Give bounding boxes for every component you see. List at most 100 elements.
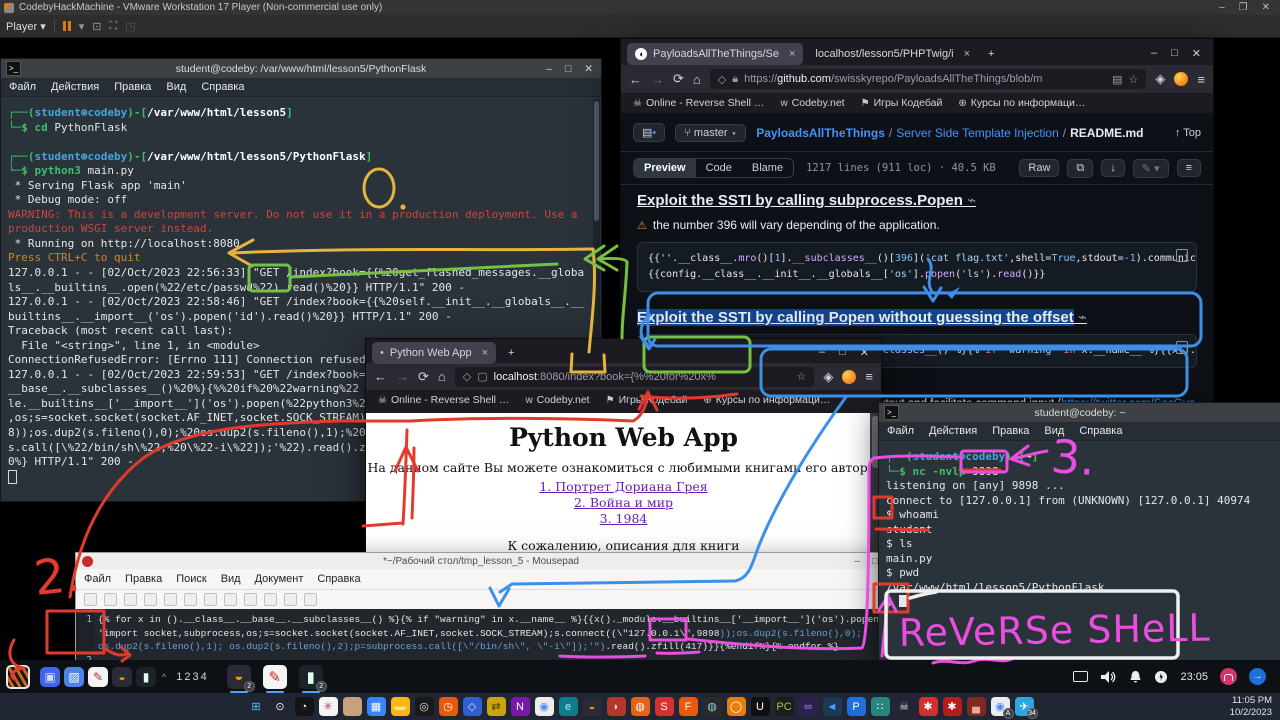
mousepad-icon[interactable]: ✎ [88, 667, 108, 687]
section-heading-popen-offset[interactable]: Exploit the SSTI by calling Popen withou… [637, 308, 1197, 326]
back-icon[interactable]: ← [374, 369, 387, 384]
menu-hamburger-icon[interactable]: ≡ [865, 369, 873, 384]
terminal-icon[interactable]: ▮ [136, 667, 156, 687]
home-icon[interactable]: ⌂ [438, 369, 446, 384]
sidebar-toggle-icon[interactable]: ▤• [633, 123, 665, 142]
tab-blame[interactable]: Blame [742, 159, 793, 177]
menu-file[interactable]: Файл [887, 425, 914, 437]
download-icon[interactable]: ↓ [1101, 159, 1125, 177]
menu-edit[interactable]: Правка [992, 425, 1029, 437]
minimize-button[interactable]: – [819, 346, 825, 359]
save-icon[interactable] [124, 593, 137, 606]
volume-icon[interactable] [1100, 670, 1117, 684]
tab-localhost-phptwig[interactable]: localhost/lesson5/PHPTwig/i× [807, 43, 978, 65]
firefox-account-icon[interactable] [1174, 72, 1188, 86]
copy-raw-icon[interactable]: ⧉ [1067, 159, 1093, 178]
maximize-button[interactable]: □ [565, 63, 571, 75]
app-launcher-icon[interactable]: ▣ [40, 667, 60, 687]
undo-icon[interactable] [184, 593, 197, 606]
firefox-icon[interactable]: ◒ [583, 697, 602, 716]
editor-area[interactable]: 12 {% for x in ().__class__.__base__.__s… [76, 609, 886, 661]
shield-icon[interactable]: ◇ [463, 370, 471, 383]
f-app-icon[interactable]: F [679, 697, 698, 716]
tab-code[interactable]: Code [696, 159, 742, 177]
forward-icon[interactable]: → [396, 369, 409, 384]
maximize-button[interactable]: □ [872, 556, 878, 567]
menu-view[interactable]: Вид [221, 573, 241, 585]
tab-close-icon[interactable]: × [789, 48, 795, 60]
bookmark-codeby[interactable]: ᴡCodeby.net [780, 97, 844, 109]
url-bar[interactable]: ◇ ▢ localhost:8080/index?book={%%20for%2… [455, 367, 815, 387]
tab-payloadsallthethings[interactable]: ◖ PayloadsAllTheThings/Se× [627, 43, 803, 65]
tracking-shield-icon[interactable]: ◈ [1155, 71, 1165, 87]
updates-icon[interactable]: → [1249, 668, 1266, 685]
reader-view-icon[interactable]: ▤ [1112, 73, 1122, 86]
menu-help[interactable]: Справка [317, 573, 360, 585]
firefox-account-icon[interactable] [842, 370, 856, 384]
firefox-window-pyapp[interactable]: • Python Web App× + – □ ✕ ← → ⟳ ⌂ ◇ ▢ lo… [365, 338, 882, 564]
chrome-profile-icon[interactable]: ◉A [991, 697, 1010, 716]
save-as-icon[interactable] [144, 593, 157, 606]
bookmark-online-reverse-shell[interactable]: ☠Online - Reverse Shell … [378, 394, 509, 406]
menu-actions[interactable]: Действия [929, 425, 977, 437]
reload-icon[interactable]: ⟳ [418, 369, 429, 385]
edge-icon[interactable]: e [559, 697, 578, 716]
breadcrumb-dir[interactable]: Server Side Template Injection [896, 126, 1059, 140]
player-menu[interactable]: Player ▾ [6, 20, 46, 33]
codeby-logo-icon[interactable] [6, 665, 30, 689]
pause-button[interactable] [63, 21, 71, 31]
mousepad-window[interactable]: *~/Рабочий стол/tmp_lesson_5 - Mousepad … [75, 552, 887, 662]
close-button[interactable]: ✕ [584, 63, 593, 75]
minimize-button[interactable]: – [1151, 47, 1157, 60]
menu-help[interactable]: Справка [1079, 425, 1122, 437]
vmware-close-button[interactable]: ✕ [1262, 2, 1270, 13]
vmware-app-icon[interactable]: ◇ [463, 697, 482, 716]
display-icon[interactable] [1073, 671, 1088, 682]
book-link-2[interactable]: 2. Война и мир [366, 495, 881, 510]
tab-python-web-app[interactable]: • Python Web App× [372, 342, 496, 364]
search-icon[interactable]: ⊙ [271, 697, 290, 716]
raw-button[interactable]: Raw [1019, 159, 1059, 177]
payload-text[interactable]: {% for x in ().__class__.__base__.__subc… [76, 609, 886, 654]
maximize-button[interactable]: □ [1171, 47, 1178, 60]
terminal-titlebar[interactable]: >_ student@codeby: /var/www/html/lesson5… [1, 59, 601, 78]
bell-icon[interactable] [1129, 670, 1142, 684]
close-button[interactable]: ✕ [1192, 47, 1201, 60]
find-icon[interactable] [284, 593, 297, 606]
contacts-icon[interactable]: ◗ [607, 697, 626, 716]
minimize-button[interactable]: – [546, 63, 552, 75]
bookmark-courses[interactable]: ⊕Курсы по информаци… [958, 97, 1085, 109]
ninja-icon[interactable]: ☠ [895, 697, 914, 716]
mousepad-window-icon[interactable]: ✎ [263, 665, 287, 689]
bookmark-courses[interactable]: ⊕Курсы по информаци… [703, 394, 830, 406]
workspace-pager[interactable]: 1234 [176, 671, 208, 683]
pycharm-icon[interactable]: PC [775, 697, 794, 716]
copy-icon[interactable] [244, 593, 257, 606]
tab-preview[interactable]: Preview [634, 159, 696, 177]
close-doc-icon[interactable] [164, 593, 177, 606]
calendar-icon[interactable]: ▦ [367, 697, 386, 716]
bookmark-online-reverse-shell[interactable]: ☠Online - Reverse Shell … [633, 97, 764, 109]
blender-icon[interactable]: ◯ [727, 697, 746, 716]
garage-icon[interactable]: ▄ [967, 697, 986, 716]
new-tab-button[interactable]: + [988, 48, 994, 60]
paste-icon[interactable] [264, 593, 277, 606]
vmware-minimize-button[interactable]: – [1219, 2, 1225, 13]
back-icon[interactable]: ← [629, 72, 642, 87]
terminal-window-netcat[interactable]: >_ student@codeby: ~ Файл Действия Правк… [878, 402, 1280, 662]
slack-icon[interactable]: ✳ [319, 697, 338, 716]
firefox-window-icon[interactable]: ◒2 [227, 665, 251, 689]
url-bar[interactable]: ◇ 🔒︎ https://github.com/swisskyrepo/Payl… [710, 69, 1147, 89]
breadcrumb-repo[interactable]: PayloadsAllTheThings [756, 126, 885, 140]
menu-hamburger-icon[interactable]: ≡ [1197, 72, 1205, 87]
forward-icon[interactable]: → [651, 72, 664, 87]
file-explorer-icon[interactable]: ▬ [391, 697, 410, 716]
bookmark-games[interactable]: ⚑Игры Кодебай [861, 97, 943, 109]
menu-edit[interactable]: Правка [114, 81, 151, 93]
close-button[interactable]: ✕ [860, 346, 869, 359]
redo-icon[interactable] [204, 593, 217, 606]
menu-search[interactable]: Поиск [176, 573, 206, 585]
menu-edit[interactable]: Правка [125, 573, 162, 585]
bookmark-games[interactable]: ⚑Игры Кодебай [606, 394, 688, 406]
menu-help[interactable]: Справка [201, 81, 244, 93]
